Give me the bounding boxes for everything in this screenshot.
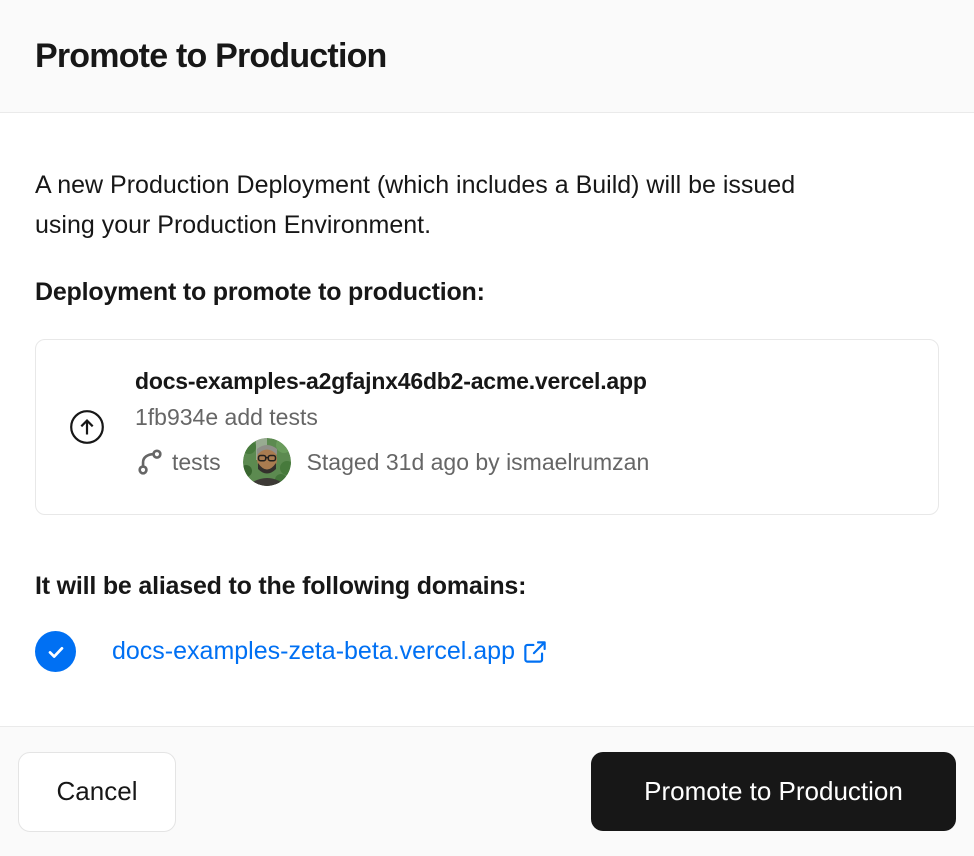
cancel-button[interactable]: Cancel: [18, 752, 176, 832]
deployment-info: docs-examples-a2gfajnx46db2-acme.vercel.…: [135, 368, 649, 486]
promote-dialog: Promote to Production A new Production D…: [0, 0, 974, 856]
intro-line-1: A new Production Deployment (which inclu…: [35, 171, 795, 199]
dialog-body: A new Production Deployment (which inclu…: [0, 113, 974, 726]
action-bar: Cancel Promote to Production: [0, 726, 974, 856]
git-branch-icon: [135, 446, 165, 478]
alias-domain-text: docs-examples-zeta-beta.vercel.app: [112, 637, 515, 666]
avatar: [243, 438, 291, 486]
intro-text: A new Production Deployment (which inclu…: [35, 165, 939, 245]
staged-text: Staged 31d ago by ismaelrumzan: [307, 449, 650, 476]
deployment-label: Deployment to promote to production:: [35, 277, 939, 307]
alias-row: docs-examples-zeta-beta.vercel.app: [35, 631, 939, 672]
deployment-domain: docs-examples-a2gfajnx46db2-acme.vercel.…: [135, 368, 649, 395]
promote-button[interactable]: Promote to Production: [591, 752, 956, 831]
alias-domain-link[interactable]: docs-examples-zeta-beta.vercel.app: [112, 637, 548, 666]
check-circle-icon: [35, 631, 76, 672]
alias-label: It will be aliased to the following doma…: [35, 571, 939, 601]
dialog-header: Promote to Production: [0, 0, 974, 113]
arrow-up-circle-icon: [69, 409, 105, 445]
page-title: Promote to Production: [35, 37, 387, 76]
deployment-commit: 1fb934e add tests: [135, 404, 649, 431]
intro-line-2: using your Production Environment.: [35, 211, 431, 239]
external-link-icon: [522, 639, 548, 665]
deployment-meta: tests: [135, 438, 649, 486]
branch-name: tests: [172, 449, 221, 476]
deployment-card: docs-examples-a2gfajnx46db2-acme.vercel.…: [35, 339, 939, 515]
